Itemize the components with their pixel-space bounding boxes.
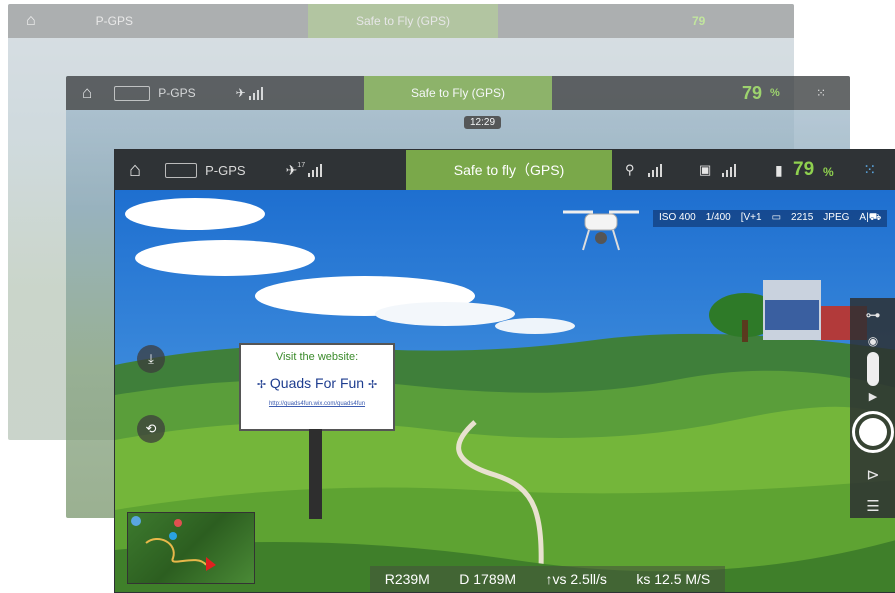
horizontal-speed-value: ks 12.5 M/S	[636, 571, 711, 587]
billboard-pole	[309, 429, 322, 519]
camera-view[interactable]: ISO 400 1/400 [V+1 ▭ 2215 JPEG A|⛟ ⤓ ⟲ V…	[115, 190, 895, 592]
flight-mode-icon	[165, 162, 198, 178]
battery-percent-back-3: 79	[692, 14, 706, 28]
shutter-value: 1/400	[705, 212, 731, 223]
vertical-speed: ↑vs 2.5ll/s	[545, 571, 606, 587]
home-icon[interactable]: ⌂	[82, 83, 92, 103]
home-icon: ⌂	[26, 12, 36, 29]
format-value: JPEG	[823, 212, 850, 223]
quadcopter-logo-icon: ✢	[367, 379, 378, 391]
billboard-title: ✢ Quads For Fun ✢	[241, 375, 393, 391]
menu-grid-icon[interactable]: ⁙	[863, 160, 876, 180]
minimap[interactable]	[127, 512, 255, 584]
flight-mode-icon	[114, 85, 151, 101]
satellite-icon: ✈	[285, 161, 298, 178]
safety-status-back-3: Safe to Fly (GPS)	[308, 4, 498, 38]
video-signal-icon	[722, 163, 736, 177]
safety-status[interactable]: Safe to fly（GPS)	[406, 150, 612, 190]
battery-unit-back-2: %	[770, 87, 780, 99]
remote-controller-icon: ⚲	[625, 162, 635, 177]
camera-settings-icon[interactable]: ⊶	[866, 306, 881, 324]
ev-value: [V+1	[740, 212, 762, 223]
rc-signal-icon	[648, 163, 662, 177]
satellite-icon: ✈	[235, 86, 246, 100]
photo-video-toggle[interactable]	[867, 352, 879, 386]
billboard-line1: Visit the website:	[275, 351, 359, 363]
safety-status-back-2: Safe to Fly (GPS)	[364, 76, 552, 110]
auto-takeoff-icon[interactable]: ⟲	[137, 415, 165, 443]
battery-icon: ▮	[775, 161, 783, 178]
gps-signal-icon	[308, 163, 323, 177]
gps-signal-icon	[248, 86, 263, 100]
satellite-count: 17	[297, 161, 306, 169]
battery-percent: 79	[793, 159, 815, 180]
download-icon[interactable]: ⤓	[137, 345, 165, 373]
mode-label[interactable]: P-GPS	[205, 163, 245, 178]
camera-mode-value: A|⛟	[859, 212, 882, 223]
camera-params[interactable]: ISO 400 1/400 [V+1 ▭ 2215 JPEG A|⛟	[653, 210, 888, 227]
billboard-line2: Quads For Fun	[269, 375, 365, 391]
billboard-url: http://quads4fun.wix.com/quads4fun	[268, 401, 366, 407]
camera-panel: ⊶ ◉ ▶ ⊳ ☰	[850, 298, 895, 518]
top-bar-back-2: ⌂ P-GPS ✈ Safe to Fly (GPS) 79 % ⁙	[66, 76, 850, 110]
mode-label-back-3: P-GPS	[95, 14, 134, 28]
distance-value: D 1789M	[459, 571, 517, 587]
vertical-speed-value: vs 2.5ll/s	[552, 571, 607, 587]
video-mode-icon[interactable]: ▶	[869, 390, 877, 403]
top-bar: ⌂ P-GPS ✈ 17 Safe to fly（GPS) ⚲ ▣ ▮ 79 %…	[115, 150, 895, 190]
home-icon[interactable]: ⌂	[129, 159, 141, 182]
main-screen: ⌂ P-GPS ✈ 17 Safe to fly（GPS) ⚲ ▣ ▮ 79 %…	[114, 149, 895, 593]
battery-percent-back-2: 79	[742, 82, 763, 103]
menu-grid-icon[interactable]: ⁙	[816, 86, 826, 100]
adjust-sliders-icon[interactable]: ☰	[866, 497, 879, 515]
shutter-button-icon[interactable]	[852, 411, 894, 453]
hd-link-icon: ▣	[699, 162, 712, 177]
mode-label-back-2: P-GPS	[158, 86, 196, 100]
playback-icon[interactable]: ⊳	[866, 465, 879, 485]
quadcopter-logo-icon: ✢	[256, 379, 267, 391]
iso-value: ISO 400	[659, 212, 696, 223]
photo-mode-icon[interactable]: ◉	[868, 334, 878, 348]
battery-unit: %	[823, 165, 834, 179]
billboard: Visit the website: ✢ Quads For Fun ✢ htt…	[239, 343, 395, 431]
flight-time: 12:29	[464, 116, 502, 129]
compass-icon	[131, 516, 141, 526]
top-bar-back-3: ⌂ P-GPS Safe to Fly (GPS) 79	[8, 4, 794, 38]
storage-count: 2215	[791, 212, 814, 223]
telemetry-bar: R239M D 1789M ↑vs 2.5ll/s ks 12.5 M/S	[370, 566, 725, 592]
drone-icon	[563, 210, 639, 251]
range-value: R239M	[384, 571, 430, 587]
storage-icon: ▭	[771, 212, 782, 223]
